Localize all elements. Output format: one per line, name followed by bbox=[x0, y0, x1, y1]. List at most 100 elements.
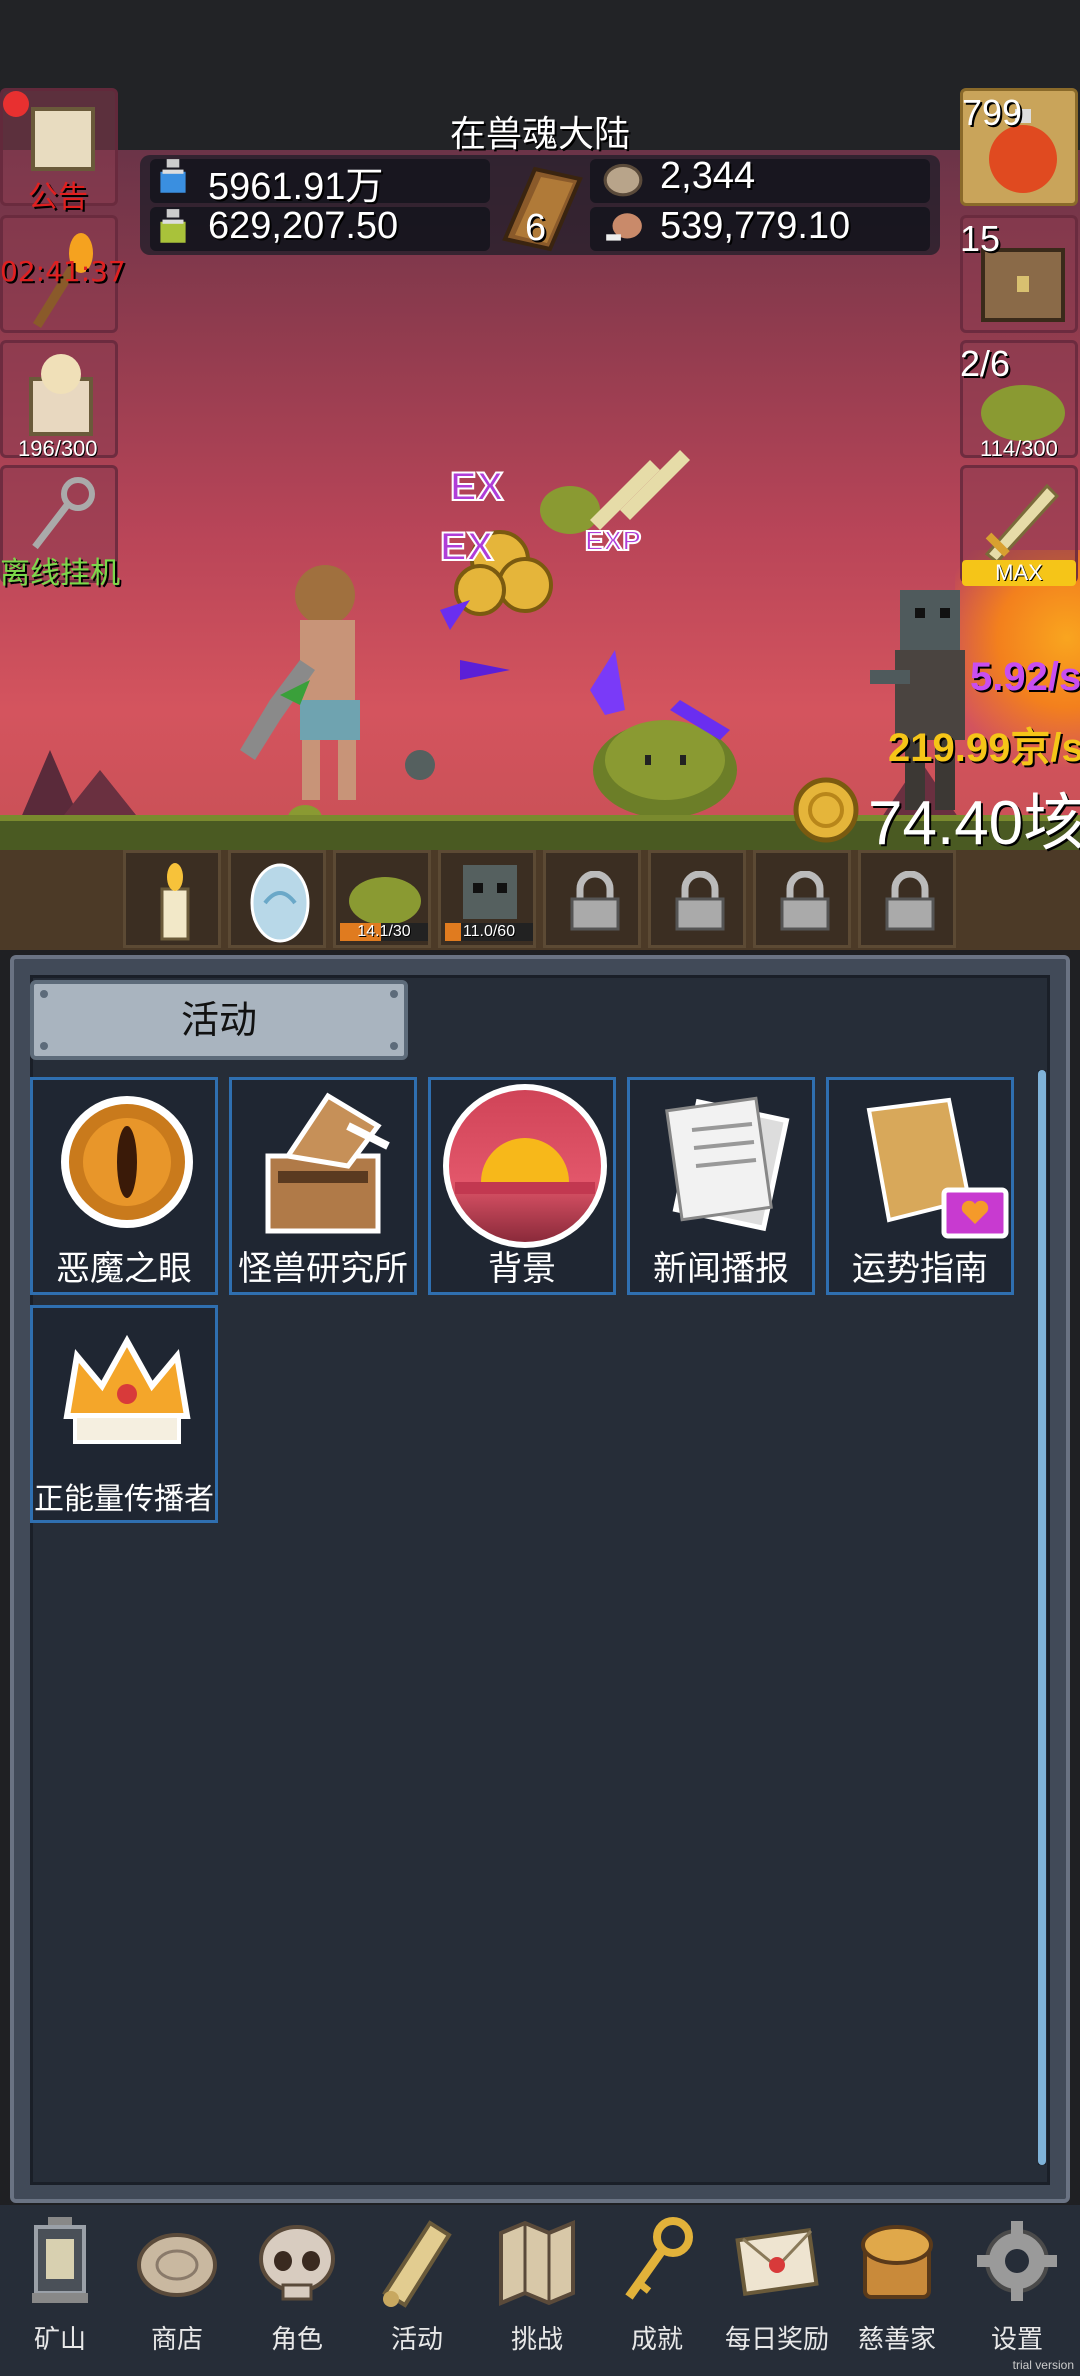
meat-icon bbox=[606, 213, 642, 241]
torch-timer: 02:41:37 bbox=[0, 255, 126, 288]
nav-achievement[interactable]: 成就 bbox=[597, 2213, 717, 2363]
demon-eye-icon bbox=[61, 1096, 193, 1228]
nav-challenge[interactable]: 挑战 bbox=[477, 2213, 597, 2363]
nav-activity-label: 活动 bbox=[390, 2325, 443, 2355]
lock-icon bbox=[780, 871, 830, 931]
nav-shop-label: 商店 bbox=[150, 2325, 203, 2355]
nav-mine[interactable]: 矿山 bbox=[0, 2213, 120, 2363]
nav-achievement-label: 成就 bbox=[630, 2325, 683, 2355]
nav-daily-reward-label: 每日奖励 bbox=[724, 2325, 829, 2355]
resource-panel: 5961.91万 629,207.50 6 2,344 539,779.10 bbox=[140, 155, 940, 255]
pet-slot-zombie[interactable]: 11.0/60 bbox=[438, 850, 536, 948]
card-fortune[interactable]: 运势指南 bbox=[826, 1077, 1014, 1295]
slime-progress: 114/300 bbox=[980, 436, 1058, 461]
panel-scrollbar[interactable] bbox=[1038, 1070, 1046, 2165]
map-icon bbox=[499, 2220, 575, 2306]
sword-max-badge: MAX bbox=[962, 560, 1076, 586]
nav-character[interactable]: 角色 bbox=[237, 2213, 357, 2363]
shell-icon bbox=[137, 2233, 217, 2297]
slime-pet-icon bbox=[349, 877, 421, 925]
panel-scrollbar-thumb[interactable] bbox=[1038, 1070, 1046, 2165]
blue-potion-value: 5961.91万 bbox=[208, 166, 384, 208]
exp-rate: 5.92/s bbox=[970, 655, 1080, 699]
nav-philanthropist-label: 慈善家 bbox=[857, 2325, 936, 2355]
card-news[interactable]: 新闻播报 bbox=[627, 1077, 815, 1295]
nav-character-label: 角色 bbox=[270, 2325, 323, 2355]
pet-slot-progress: 14.1/30 bbox=[340, 923, 428, 941]
scroll-icon bbox=[382, 2220, 452, 2308]
nav-daily-reward[interactable]: 每日奖励 bbox=[717, 2213, 837, 2363]
pet-slot-progress: 11.0/60 bbox=[445, 923, 533, 941]
letter-icon bbox=[735, 2227, 819, 2297]
book-level: 6 bbox=[525, 207, 547, 249]
card-demon-eye-label: 恶魔之眼 bbox=[56, 1249, 192, 1289]
zombie-pet-icon bbox=[463, 865, 517, 919]
tab-activity[interactable]: 活动 bbox=[30, 980, 408, 1060]
card-background-label: 背景 bbox=[488, 1249, 556, 1289]
gear-icon bbox=[977, 2221, 1057, 2301]
area-title: 在兽魂大陆 bbox=[449, 114, 630, 155]
gold-total: 74.40垓 bbox=[868, 789, 1080, 858]
card-monster-lab[interactable]: 怪兽研究所 bbox=[229, 1077, 417, 1295]
nav-challenge-label: 挑战 bbox=[510, 2325, 563, 2355]
meat-value: 539,779.10 bbox=[660, 205, 851, 247]
gold-rate: 219.99京/s bbox=[888, 726, 1080, 770]
pet-slot-locked-2[interactable] bbox=[648, 850, 746, 948]
sword-max-label: MAX bbox=[995, 560, 1043, 585]
gold-coin-icon bbox=[793, 777, 859, 843]
card-positive-energy-label: 正能量传播者 bbox=[34, 1482, 214, 1517]
hand-count: 196/300 bbox=[18, 436, 98, 461]
nav-shop[interactable]: 商店 bbox=[117, 2213, 237, 2363]
scroll-notice-icon bbox=[31, 107, 95, 171]
nav-settings-label: 设置 bbox=[990, 2325, 1043, 2355]
blue-potion-icon bbox=[160, 159, 186, 193]
potion-count: 799 bbox=[962, 92, 1023, 133]
green-potion-icon bbox=[160, 209, 186, 243]
lantern-icon bbox=[32, 2217, 88, 2303]
card-news-label: 新闻播报 bbox=[653, 1249, 789, 1289]
pet-slot-egg[interactable] bbox=[228, 850, 326, 948]
lock-icon bbox=[570, 871, 620, 931]
green-potion-value: 629,207.50 bbox=[208, 205, 399, 247]
card-demon-eye[interactable]: 恶魔之眼 bbox=[30, 1077, 218, 1295]
notice-label: 公告 bbox=[28, 180, 88, 215]
card-positive-energy[interactable]: 正能量传播者 bbox=[30, 1305, 218, 1523]
card-monster-lab-label: 怪兽研究所 bbox=[238, 1249, 408, 1289]
skull-icon bbox=[259, 2225, 335, 2301]
magic-shards bbox=[280, 600, 730, 740]
trial-watermark: trial version bbox=[1012, 2358, 1074, 2372]
offline-label: 离线挂机 bbox=[0, 556, 120, 591]
nav-activity[interactable]: 活动 bbox=[357, 2213, 477, 2363]
monster-lab-icon bbox=[265, 1092, 390, 1234]
bottom-nav: 矿山 商店 角色 活动 挑战 成就 每日奖励 慈善家 设置 trial vers… bbox=[0, 2205, 1080, 2376]
pet-zombie-small bbox=[405, 750, 435, 780]
pet-slot-progress-text: 11.0/60 bbox=[462, 923, 516, 940]
egg-icon bbox=[250, 863, 310, 943]
slime-count: 2/6 bbox=[960, 343, 1011, 384]
card-background[interactable]: 背景 bbox=[428, 1077, 616, 1295]
bread-icon bbox=[861, 2225, 933, 2299]
lock-icon bbox=[675, 871, 725, 931]
sunset-background-icon bbox=[443, 1084, 607, 1248]
pet-slot-locked-3[interactable] bbox=[753, 850, 851, 948]
nav-philanthropist[interactable]: 慈善家 bbox=[837, 2213, 957, 2363]
nav-settings[interactable]: 设置 bbox=[957, 2213, 1077, 2363]
candle-icon bbox=[160, 863, 190, 941]
hand-icon bbox=[29, 354, 93, 436]
pet-slot-progress-text: 14.1/30 bbox=[357, 923, 411, 940]
key-icon bbox=[625, 2217, 693, 2300]
news-paper-icon bbox=[665, 1096, 790, 1232]
shell-icon bbox=[603, 163, 643, 197]
svg-text:EX: EX bbox=[450, 465, 504, 509]
chest-count: 15 bbox=[960, 218, 1001, 259]
pet-slot-slime[interactable]: 14.1/30 bbox=[333, 850, 431, 948]
pet-slot-candle[interactable] bbox=[123, 850, 221, 948]
pet-slot-locked-4[interactable] bbox=[858, 850, 956, 948]
pet-slot-locked-1[interactable] bbox=[543, 850, 641, 948]
nav-mine-label: 矿山 bbox=[33, 2325, 86, 2355]
fortune-guide-icon bbox=[866, 1097, 1009, 1239]
crown-icon bbox=[63, 1334, 191, 1444]
lock-icon bbox=[885, 871, 935, 931]
notification-dot bbox=[3, 91, 29, 117]
tab-activity-label: 活动 bbox=[180, 998, 257, 1042]
